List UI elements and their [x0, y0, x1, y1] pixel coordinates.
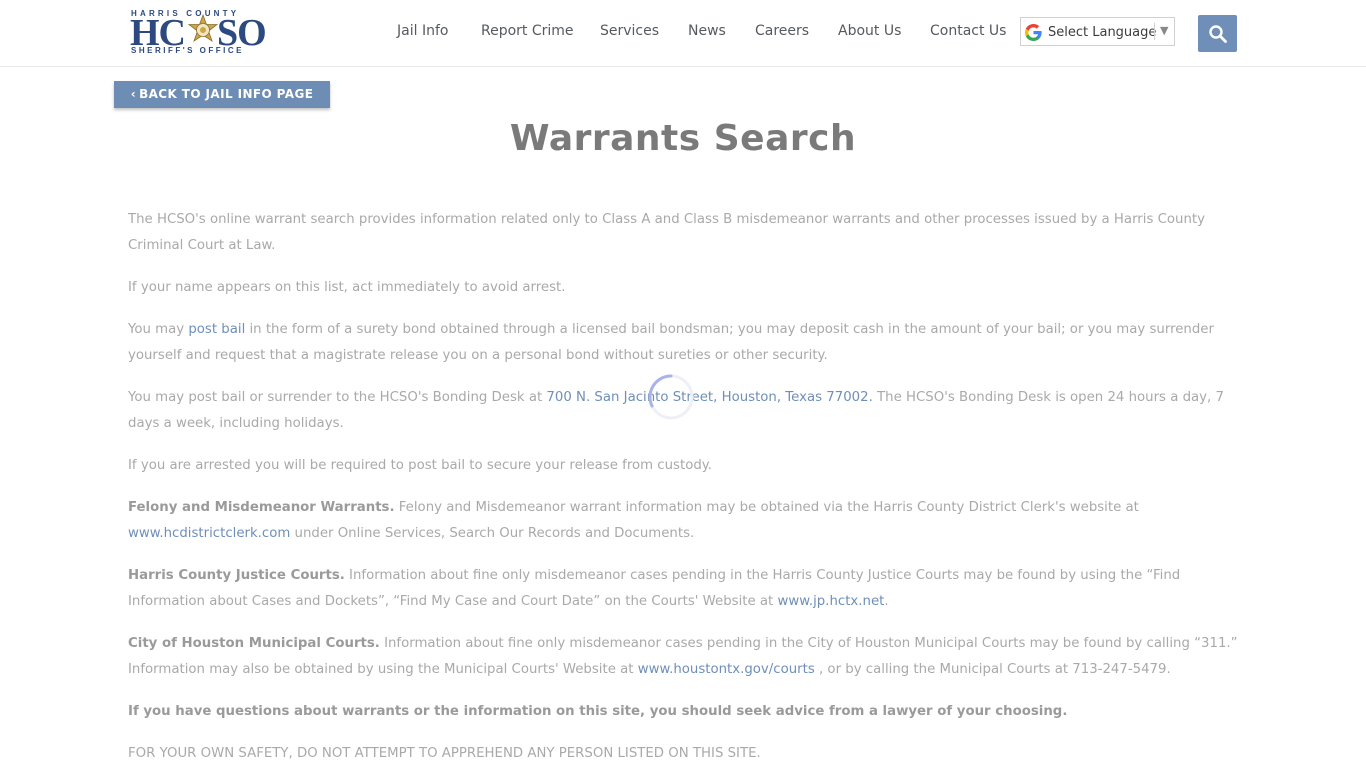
back-button-label: BACK TO JAIL INFO PAGE — [139, 87, 314, 101]
municipal-courts-link[interactable]: www.houstontx.gov/courts — [638, 662, 815, 677]
page-title: Warrants Search — [509, 118, 857, 159]
text-bold: If you have questions about warrants or … — [128, 704, 1068, 719]
search-button[interactable] — [1198, 15, 1237, 52]
text: You may post bail or surrender to the HC… — [128, 390, 547, 405]
back-to-jail-info-button[interactable]: ‹ BACK TO JAIL INFO PAGE — [114, 81, 330, 108]
heading-inline: Felony and Misdemeanor Warrants. — [128, 500, 395, 515]
loading-spinner-icon — [648, 374, 694, 420]
nav-report-crime[interactable]: Report Crime — [481, 23, 574, 39]
search-icon — [1209, 25, 1227, 43]
text: . — [884, 594, 889, 609]
paragraph-felony: Felony and Misdemeanor Warrants. Felony … — [128, 495, 1238, 547]
justice-courts-link[interactable]: www.jp.hctx.net — [777, 594, 884, 609]
text: , or by calling the Municipal Courts at … — [814, 662, 1171, 677]
nav-services[interactable]: Services — [600, 23, 659, 39]
district-clerk-link[interactable]: www.hcdistrictclerk.com — [128, 526, 290, 541]
paragraph-safety-notice: FOR YOUR OWN SAFETY, DO NOT ATTEMPT TO A… — [128, 746, 761, 761]
text: You may — [128, 322, 189, 337]
nav-careers[interactable]: Careers — [755, 23, 809, 39]
post-bail-link[interactable]: post bail — [188, 322, 245, 337]
dropdown-arrow-icon: ▼ — [1160, 24, 1169, 37]
nav-about-us[interactable]: About Us — [838, 23, 901, 39]
language-divider — [1154, 23, 1155, 40]
text: in the form of a surety bond obtained th… — [128, 322, 1214, 363]
nav-contact-us[interactable]: Contact Us — [930, 23, 1006, 39]
paragraph-lawyer-advice: If you have questions about warrants or … — [128, 699, 1238, 725]
heading-inline: Harris County Justice Courts. — [128, 568, 345, 583]
paragraph-bail-options: You may post bail in the form of a suret… — [128, 317, 1238, 369]
site-header: HARRIS COUNTY HC SO SHERIFF'S OFFICE Jail… — [0, 0, 1366, 67]
chevron-left-icon: ‹ — [130, 87, 137, 101]
language-select[interactable]: Select Language ▼ — [1020, 17, 1175, 46]
nav-jail-info[interactable]: Jail Info — [397, 23, 448, 39]
bonding-desk-address-link[interactable]: 700 N. San Jacinto Street, Houston, Texa… — [546, 390, 872, 405]
language-label: Select Language — [1048, 25, 1157, 40]
text: under Online Services, Search Our Record… — [290, 526, 695, 541]
paragraph-arrested: If you are arrested you will be required… — [128, 458, 712, 473]
paragraph-justice-courts: Harris County Justice Courts. Informatio… — [128, 563, 1238, 615]
text: Felony and Misdemeanor warrant informati… — [394, 500, 1139, 515]
paragraph-warning: If your name appears on this list, act i… — [128, 280, 566, 295]
logo-bottom-text: SHERIFF'S OFFICE — [131, 46, 245, 55]
heading-inline: City of Houston Municipal Courts. — [128, 636, 380, 651]
sheriff-star-icon — [187, 14, 219, 42]
google-icon — [1025, 24, 1042, 41]
main-content: The HCSO's online warrant search provide… — [128, 207, 1238, 783]
paragraph-municipal-courts: City of Houston Municipal Courts. Inform… — [128, 631, 1238, 683]
nav-news[interactable]: News — [688, 23, 726, 39]
paragraph-intro: The HCSO's online warrant search provide… — [128, 212, 1205, 253]
hcso-logo[interactable]: HARRIS COUNTY HC SO SHERIFF'S OFFICE — [128, 8, 274, 60]
